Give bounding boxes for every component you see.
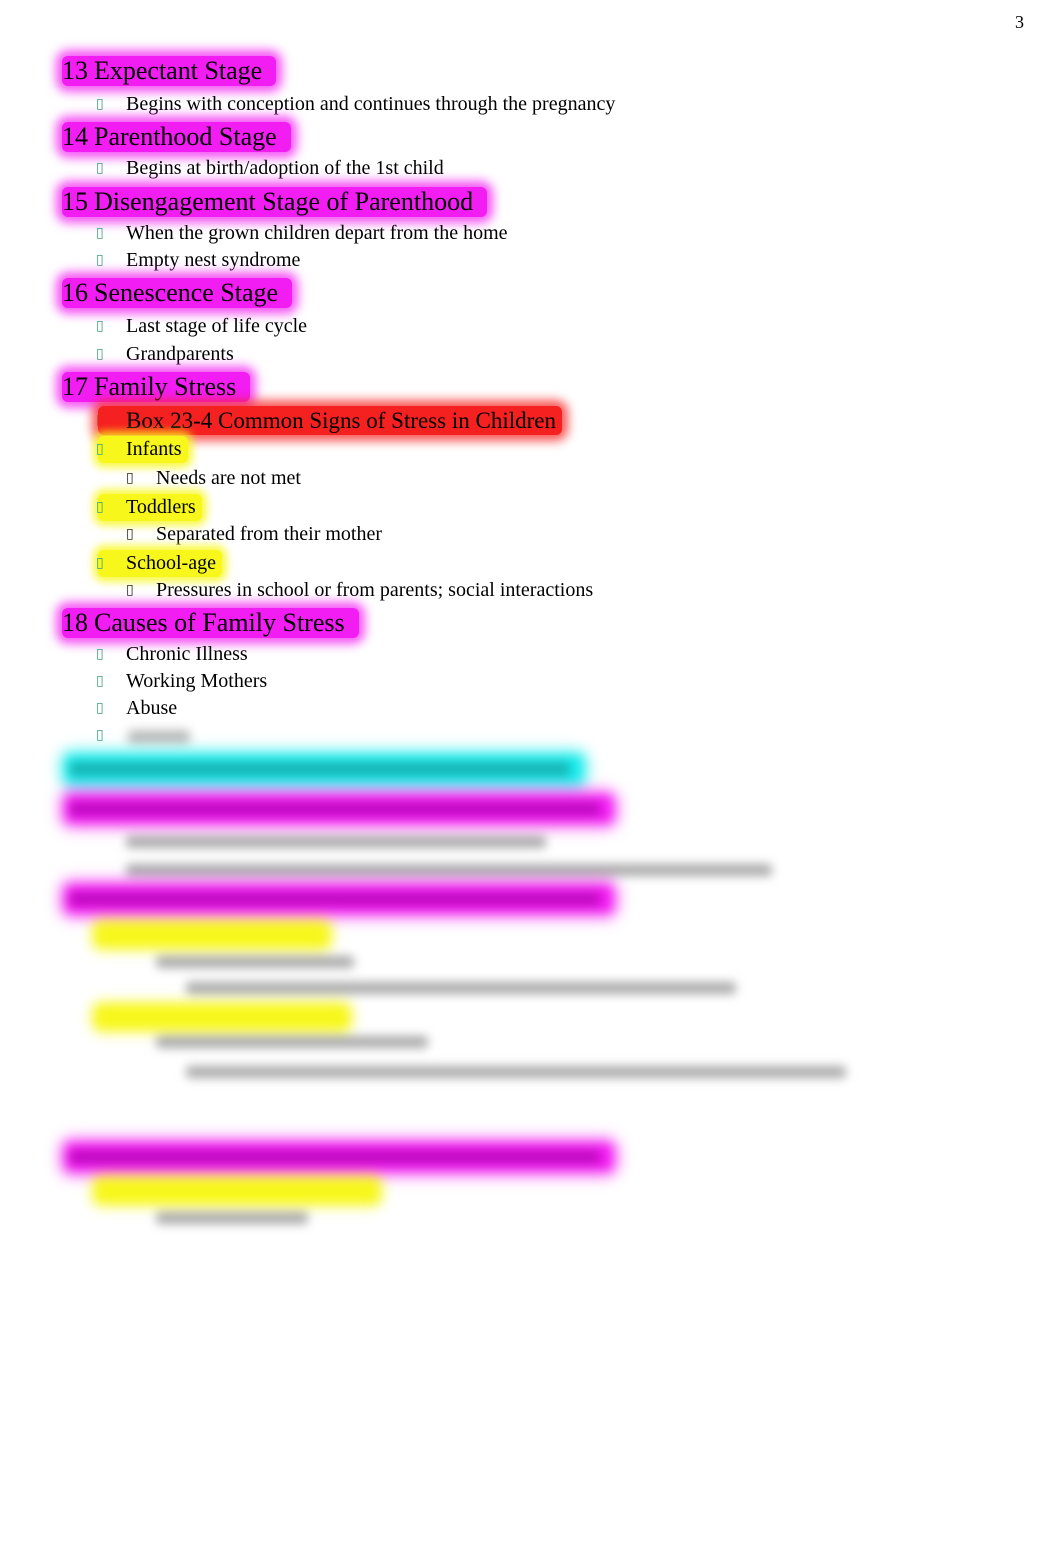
bullet-icon: ▯ xyxy=(96,673,104,689)
section-heading: 15 Disengagement Stage of Parenthood xyxy=(62,187,488,217)
bullet-icon: ▯ xyxy=(96,318,104,334)
sub-bullet-text: Needs are not met xyxy=(156,467,301,489)
section-number: 15 xyxy=(62,187,88,216)
group-item: ▯ Infants xyxy=(62,436,487,463)
blurred-group xyxy=(96,1180,378,1202)
list-item: ▯ Begins with conception and continues th… xyxy=(62,91,615,118)
blurred-text xyxy=(186,982,736,994)
group-item: ▯ Toddlers xyxy=(62,494,487,521)
blurred-text xyxy=(70,1150,600,1164)
box-label: Box 23-4 Common Signs of Stress in Child… xyxy=(98,406,562,435)
section-title: Parenthood Stage xyxy=(94,122,277,151)
bullet-icon: ▯ xyxy=(96,252,104,268)
blurred-text xyxy=(70,802,600,816)
bullet-icon: ▯ xyxy=(96,346,104,362)
sub-list-item: ▯ Needs are not met xyxy=(62,465,487,492)
sub-bullet-icon: ▯ xyxy=(126,526,134,542)
bullet-icon: ▯ xyxy=(96,441,104,457)
bullet-text: Begins at birth/adoption of the 1st chil… xyxy=(126,157,444,179)
sub-bullet-text: Separated from their mother xyxy=(156,523,383,545)
document-body: 13 Expectant Stage ▯ Begins with conceptio… xyxy=(62,56,615,749)
list-item: ▯ Empty nest syndrome xyxy=(62,247,487,274)
box-reference: ▯Box 23-4 Common Signs of Stress in Chil… xyxy=(62,406,562,435)
bullet-text: Last stage of life cycle xyxy=(126,315,308,337)
section-heading: 13 Expectant Stage xyxy=(62,56,277,86)
bullet-icon: ▯ xyxy=(96,225,104,241)
bullet-icon: ▯ xyxy=(96,700,104,716)
blurred-text xyxy=(186,1066,846,1078)
bullet-text: Grandparents xyxy=(126,343,234,365)
section-heading: 14 Parenthood Stage xyxy=(62,122,291,152)
group-item: ▯ School-age xyxy=(62,550,487,577)
page-number: 3 xyxy=(1015,12,1024,32)
blurred-text xyxy=(156,1036,428,1048)
section-number: 18 xyxy=(62,608,88,637)
bullet-icon: ▯ xyxy=(96,499,104,515)
section-title: Family Stress xyxy=(94,372,237,401)
list-item: ▯ Last stage of life cycle xyxy=(62,313,487,340)
bullet-text: Chronic Illness xyxy=(126,643,248,665)
sub-bullet-text: Pressures in school or from parents; soc… xyxy=(156,579,594,601)
sub-bullet-icon: ▯ xyxy=(126,582,134,598)
section-number: 16 xyxy=(62,278,88,307)
bullet-icon: ▯ xyxy=(96,646,104,662)
section-title: Senescence Stage xyxy=(94,278,279,307)
sub-list-item: ▯ Pressures in school or from parents; so… xyxy=(62,577,593,604)
section-title: Expectant Stage xyxy=(94,56,263,85)
section-number: 17 xyxy=(62,372,88,401)
bullet-text: Working Mothers xyxy=(126,670,268,692)
section-number: 14 xyxy=(62,122,88,151)
bullet-icon: ▯ xyxy=(96,555,104,571)
section-number: 13 xyxy=(62,56,88,85)
section-title: Disengagement Stage of Parenthood xyxy=(94,187,474,216)
bullet-icon: ▯ xyxy=(96,160,104,176)
section-title: Causes of Family Stress xyxy=(94,608,345,637)
section-heading: 16 Senescence Stage xyxy=(62,278,293,308)
blurred-text xyxy=(126,836,546,848)
list-item: ▯ Grandparents xyxy=(62,341,487,368)
bullet-text: Abuse xyxy=(126,697,178,719)
bullet-text: Begins with conception and continues thr… xyxy=(126,93,616,115)
list-item: ▯ When the grown children depart from the… xyxy=(62,220,508,247)
blurred-group xyxy=(96,1006,348,1028)
list-item: ▯ Working Mothers xyxy=(62,668,487,695)
blurred-region xyxy=(0,740,1062,1260)
blurred-text xyxy=(70,892,600,906)
sub-bullet-icon: ▯ xyxy=(126,470,134,486)
bullet-icon: ▯ xyxy=(96,96,104,112)
bullet-text: When the grown children depart from the … xyxy=(126,222,508,244)
group-label: Infants xyxy=(98,436,188,463)
sub-list-item: ▯ Separated from their mother xyxy=(62,521,487,548)
bullet-text: Empty nest syndrome xyxy=(126,249,301,271)
blurred-text xyxy=(70,762,570,776)
blurred-text xyxy=(126,864,772,876)
blurred-text xyxy=(156,956,354,968)
group-label: School-age xyxy=(98,550,222,577)
list-item: ▯ Begins at birth/adoption of the 1st chi… xyxy=(62,155,487,182)
list-item: ▯ Chronic Illness xyxy=(62,641,487,668)
list-item: ▯ Abuse xyxy=(62,695,487,722)
blurred-group xyxy=(96,924,328,946)
group-label: Toddlers xyxy=(98,494,202,521)
section-heading: 17 Family Stress xyxy=(62,372,251,402)
blurred-text xyxy=(156,1212,308,1224)
section-heading: 18 Causes of Family Stress xyxy=(62,608,359,638)
